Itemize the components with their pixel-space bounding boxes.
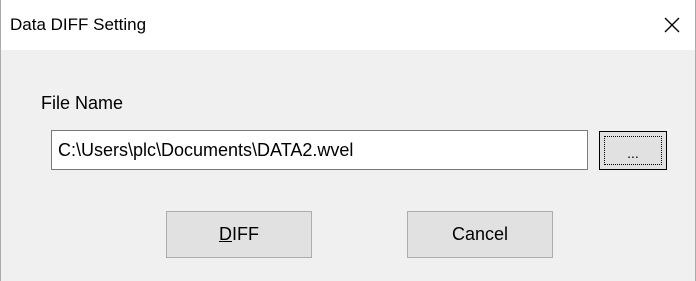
title-bar[interactable]: Data DIFF Setting xyxy=(1,0,695,50)
file-path-input[interactable] xyxy=(51,130,588,170)
browse-button[interactable]: ... xyxy=(599,131,667,170)
diff-button[interactable]: DIFF xyxy=(166,211,312,258)
close-button[interactable] xyxy=(649,0,695,50)
browse-button-label: ... xyxy=(604,136,662,165)
diff-button-label: DIFF xyxy=(219,224,259,244)
data-diff-setting-dialog: Data DIFF Setting File Name ... DIFF Can… xyxy=(0,0,696,281)
window-title: Data DIFF Setting xyxy=(10,15,147,34)
cancel-button[interactable]: Cancel xyxy=(407,211,553,258)
cancel-button-label: Cancel xyxy=(451,224,509,244)
close-icon xyxy=(664,17,680,33)
file-name-label: File Name xyxy=(41,93,124,113)
